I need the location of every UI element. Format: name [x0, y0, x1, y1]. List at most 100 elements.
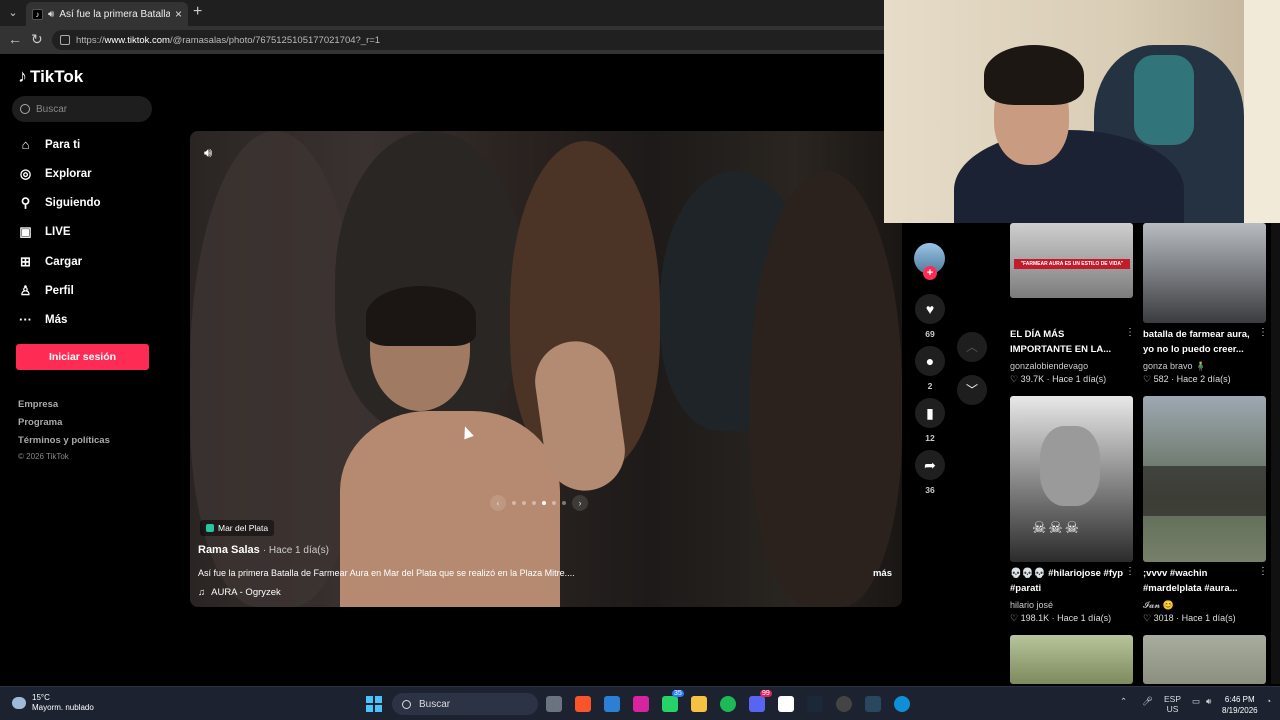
url-field[interactable]: https://www.tiktok.com/@ramasalas/photo/…: [52, 30, 884, 50]
browser-tab-active[interactable]: ♪ 🔊︎ Así fue la primera Batalla de F ×: [26, 2, 188, 26]
thumbnail-crowd: [1143, 466, 1266, 516]
windows-start-icon[interactable]: [366, 696, 382, 712]
new-tab-icon[interactable]: +: [193, 3, 202, 21]
carousel-dot[interactable]: [562, 501, 566, 505]
whatsapp-icon[interactable]: [662, 696, 678, 712]
caption-more-link[interactable]: más: [873, 568, 892, 579]
video-title[interactable]: ;vvvv #wachin #mardelplata #aura...: [1143, 566, 1261, 596]
discord-icon[interactable]: [749, 696, 765, 712]
page-scrollbar[interactable]: [1271, 223, 1280, 684]
volume-tray-icon[interactable]: 🔊︎: [1206, 696, 1211, 707]
sidebar-item-perfil[interactable]: ♙ Perfil: [18, 283, 74, 299]
microphone-icon[interactable]: 🎤︎: [1142, 696, 1153, 707]
search-icon: [402, 699, 411, 709]
music-link[interactable]: ♫ AURA - Ogryzek: [198, 587, 281, 598]
notion-icon[interactable]: [778, 696, 794, 712]
edge-icon[interactable]: [894, 696, 910, 712]
crowd-person-fur: [750, 171, 902, 607]
video-options-icon[interactable]: ⋮: [1258, 327, 1268, 338]
video-options-icon[interactable]: ⋮: [1125, 566, 1135, 577]
sidebar-item-live[interactable]: ▣ LIVE: [18, 224, 70, 240]
footer-link-programa[interactable]: Programa: [18, 417, 62, 428]
carousel-next-icon[interactable]: ›: [572, 495, 588, 511]
footer-link-terms[interactable]: Términos y políticas: [18, 435, 110, 446]
share-button[interactable]: ➦: [915, 450, 945, 480]
network-icon[interactable]: ▭: [1192, 696, 1200, 707]
close-tab-icon[interactable]: ×: [175, 7, 182, 21]
video-options-icon[interactable]: ⋮: [1258, 566, 1268, 577]
video-user[interactable]: gonza bravo 🧍‍♂️: [1143, 361, 1266, 372]
home-icon: ⌂: [21, 137, 30, 152]
video-stats: ♡ 3018 · Hace 1 día(s): [1143, 613, 1236, 623]
save-count: 12: [925, 433, 935, 443]
video-thumbnail[interactable]: [1143, 223, 1266, 323]
carousel-dot[interactable]: [522, 501, 526, 505]
weather-widget[interactable]: 15°C Mayorm. nublado: [12, 693, 94, 713]
video-user[interactable]: gonzalobiendevago: [1010, 361, 1133, 371]
live-icon: ▣: [19, 224, 32, 239]
video-stats: ♡ 582 · Hace 2 día(s): [1143, 374, 1231, 384]
spotify-icon[interactable]: [720, 696, 736, 712]
thumbnail-overlay-text: "FARMEAR AURA ES UN ESTILO DE VIDA": [1014, 259, 1130, 269]
video-options-icon[interactable]: ⋮: [1125, 327, 1135, 338]
search-input[interactable]: Buscar: [12, 96, 152, 122]
footer-link-empresa[interactable]: Empresa: [18, 399, 58, 410]
system-clock[interactable]: 6:46 PM 8/19/2026: [1222, 694, 1258, 716]
obs-icon[interactable]: [836, 696, 852, 712]
task-view-icon[interactable]: [546, 696, 562, 712]
taskbar-search[interactable]: Buscar: [392, 693, 538, 715]
windows-taskbar: 15°C Mayorm. nublado Buscar 35 99 ⌃ 🎤︎ ES…: [0, 686, 1280, 720]
carousel-pagination: ‹ ›: [490, 495, 588, 511]
video-title[interactable]: EL DÍA MÁS IMPORTANTE EN LA...: [1010, 327, 1128, 357]
comment-button[interactable]: ●: [915, 346, 945, 376]
video-thumbnail[interactable]: [1143, 396, 1266, 562]
tab-list-button[interactable]: ⌄: [4, 4, 22, 22]
like-button[interactable]: ♥: [915, 294, 945, 324]
save-button[interactable]: ▮: [915, 398, 945, 428]
location-tag[interactable]: Mar del Plata: [200, 520, 275, 536]
video-thumbnail[interactable]: [1010, 635, 1133, 684]
language-indicator[interactable]: ESP US: [1164, 694, 1181, 714]
steam-alt-icon[interactable]: [865, 696, 881, 712]
sidebar-item-mas[interactable]: ··· Más: [18, 312, 67, 327]
notification-bell-icon[interactable]: ◔: [1266, 696, 1271, 706]
like-count: 69: [925, 329, 935, 339]
chevron-down-icon: ﹀: [965, 383, 978, 397]
file-explorer-icon[interactable]: [691, 696, 707, 712]
login-button[interactable]: Iniciar sesión: [16, 344, 149, 370]
video-thumbnail[interactable]: "FARMEAR AURA ES UN ESTILO DE VIDA": [1010, 223, 1133, 298]
video-title[interactable]: 💀💀💀 #hilariojose #fyp #parati: [1010, 566, 1128, 596]
sidebar-item-siguiendo[interactable]: ⚲ Siguiendo: [18, 195, 101, 211]
carousel-prev-icon[interactable]: ‹: [490, 495, 506, 511]
video-user[interactable]: hilario josé: [1010, 600, 1133, 610]
post-author[interactable]: Rama Salas · Hace 1 día(s): [198, 544, 329, 556]
sidebar-item-cargar[interactable]: ⊞ Cargar: [18, 254, 82, 270]
video-thumbnail[interactable]: ☠☠☠: [1010, 396, 1133, 562]
comment-icon: ●: [925, 353, 935, 369]
instagram-icon[interactable]: [633, 696, 649, 712]
volume-icon[interactable]: 🔊︎: [204, 145, 212, 161]
sidebar-item-explorar[interactable]: ◎ Explorar: [18, 166, 92, 182]
previous-video-button[interactable]: ︿: [957, 332, 987, 362]
reload-icon[interactable]: ↻: [31, 31, 43, 48]
sidebar-item-para-ti[interactable]: ⌂ Para ti: [18, 137, 81, 152]
back-icon[interactable]: ←: [8, 31, 22, 47]
video-title[interactable]: batalla de farmear aura, yo no lo puedo …: [1143, 327, 1261, 357]
carousel-dot-active[interactable]: [542, 501, 546, 505]
tiktok-logo[interactable]: ♪ TikTok: [18, 66, 83, 87]
microsoft-store-icon[interactable]: [604, 696, 620, 712]
steam-icon[interactable]: [807, 696, 823, 712]
audio-playing-icon[interactable]: 🔊︎: [48, 9, 54, 20]
site-info-icon[interactable]: [60, 35, 70, 45]
carousel-dot[interactable]: [512, 501, 516, 505]
recommendations-grid: "FARMEAR AURA ES UN ESTILO DE VIDA" EL D…: [1000, 223, 1280, 684]
video-thumbnail[interactable]: [1143, 635, 1266, 684]
brave-browser-icon[interactable]: [575, 696, 591, 712]
carousel-dot[interactable]: [552, 501, 556, 505]
next-video-button[interactable]: ﹀: [957, 375, 987, 405]
video-user[interactable]: 𝓘𝓪𝓷 😊: [1143, 600, 1266, 611]
photo-carousel[interactable]: 🔊︎ ‹ › Mar del Plata Rama Salas · Hace 1…: [190, 131, 902, 607]
tray-chevron-icon[interactable]: ⌃: [1120, 696, 1127, 707]
follow-plus-icon[interactable]: +: [923, 266, 937, 280]
carousel-dot[interactable]: [532, 501, 536, 505]
